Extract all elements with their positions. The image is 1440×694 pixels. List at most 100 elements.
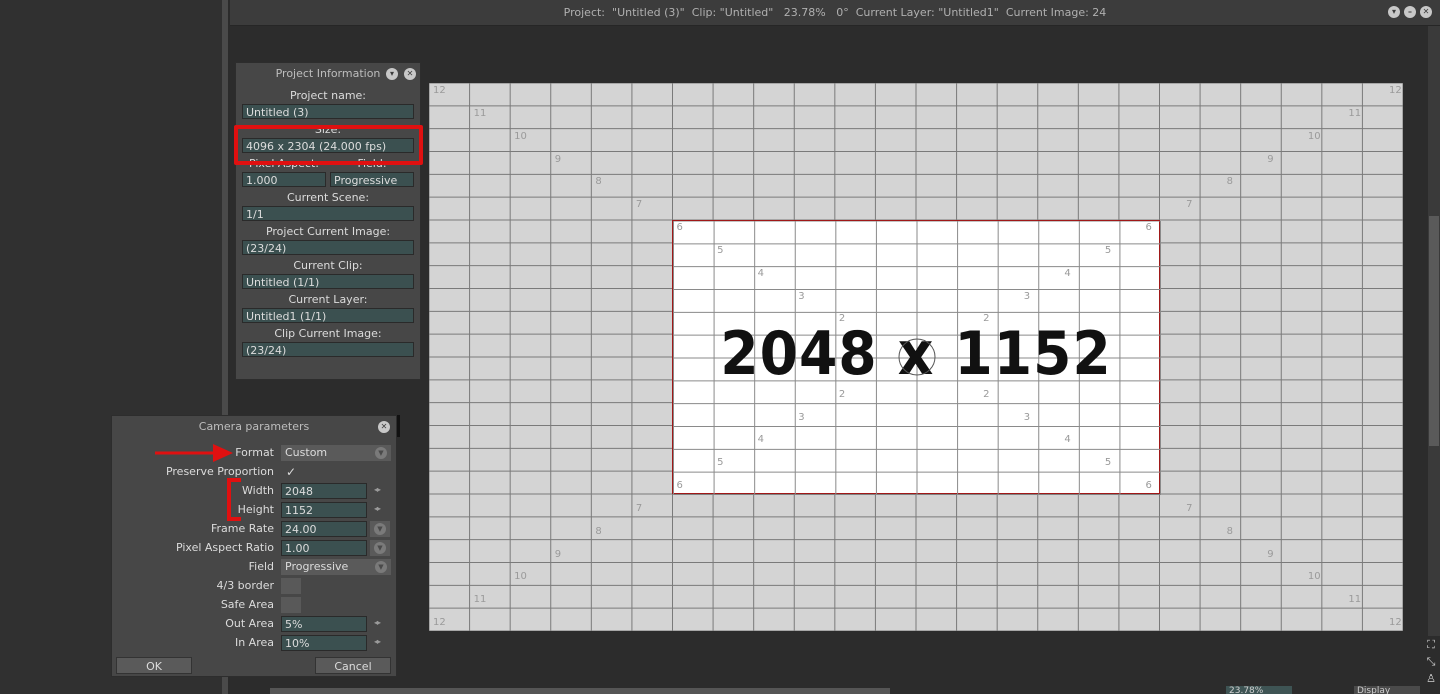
fit-icon[interactable]: ⛶ xyxy=(1422,636,1440,653)
tick-label: 3 xyxy=(798,411,805,423)
close-icon[interactable]: ✕ xyxy=(378,421,390,433)
viewer-titlebar: Project: "Untitled (3)" Clip: "Untitled"… xyxy=(230,0,1440,26)
tick-label: 2 xyxy=(838,388,846,400)
close-icon[interactable]: ✕ xyxy=(404,68,416,80)
display-dropdown[interactable]: Display xyxy=(1354,686,1420,694)
preserve-proportion-checkbox[interactable]: ✓ xyxy=(281,464,301,480)
tick-label: 4 xyxy=(757,267,765,279)
in-area-label: In Area xyxy=(234,636,274,649)
scrollbar-thumb[interactable] xyxy=(1429,216,1439,446)
camera-parameters-dialog: Camera parameters ✕ Format Custom ▼ Pres… xyxy=(111,415,397,677)
frame-rate-row: Frame Rate 24.00 ▼ xyxy=(112,520,398,538)
canvas-safe-grid[interactable]: 2048 x 1152 12 12 12 12 11 11 11 11 10 10 10 10 9 9 9 9… xyxy=(429,83,1403,631)
expand-icon[interactable]: ⤡ xyxy=(1422,653,1440,670)
cancel-button[interactable]: Cancel xyxy=(315,657,391,674)
chevron-down-icon[interactable]: ▾ xyxy=(386,68,398,80)
current-clip-field[interactable]: Untitled (1/1) xyxy=(242,274,414,289)
tick-label: 11 xyxy=(473,107,487,119)
frame-rate-dropdown[interactable]: ▼ xyxy=(370,521,390,537)
in-area-stepper-icon[interactable]: ◂▸ xyxy=(374,637,381,646)
pixel-aspect-dropdown[interactable]: ▼ xyxy=(370,540,390,556)
tick-label: 5 xyxy=(1104,244,1112,256)
safe-area-checkbox[interactable] xyxy=(281,597,301,613)
panel-title-text: Project Information xyxy=(275,67,381,80)
out-area-stepper-icon[interactable]: ◂▸ xyxy=(374,618,381,627)
current-scene-label: Current Scene: xyxy=(286,191,370,204)
annotation-size-highlight xyxy=(234,125,423,165)
tick-label: 9 xyxy=(1267,153,1274,165)
pixel-aspect-ratio-label: Pixel Aspect Ratio xyxy=(175,541,274,554)
tick-label: 12 xyxy=(1389,617,1402,628)
tick-label: 9 xyxy=(554,153,562,165)
pixel-aspect-ratio-input[interactable]: 1.00 xyxy=(281,540,367,556)
tick-label: 10 xyxy=(1307,571,1321,583)
height-stepper-icon[interactable]: ◂▸ xyxy=(374,504,381,513)
close-icon[interactable]: ✕ xyxy=(1420,6,1432,18)
height-row: Height 1152 ◂▸ xyxy=(112,501,398,519)
tick-label: 5 xyxy=(717,244,724,256)
tick-label: 10 xyxy=(1307,130,1321,142)
tick-label: 4 xyxy=(757,434,765,446)
chevron-down-icon: ▼ xyxy=(375,561,387,573)
border43-checkbox[interactable] xyxy=(281,578,301,594)
panel-title: Project Information ▾ ✕ xyxy=(236,63,420,85)
width-stepper-icon[interactable]: ◂▸ xyxy=(374,485,381,494)
current-clip-label: Current Clip: xyxy=(293,259,363,272)
current-scene-field[interactable]: 1/1 xyxy=(242,206,414,221)
tick-label: 7 xyxy=(1186,199,1193,211)
tick-label: 6 xyxy=(1145,480,1152,491)
viewer-vertical-scrollbar[interactable] xyxy=(1428,26,1440,636)
tick-label: 4 xyxy=(1064,267,1071,279)
clip-current-image-field[interactable]: (23/24) xyxy=(242,342,414,357)
border43-row: 4/3 border xyxy=(112,577,398,595)
tick-label: 8 xyxy=(595,176,602,188)
tick-label: 2 xyxy=(983,313,990,325)
chevron-down-icon: ▼ xyxy=(374,523,386,535)
chevron-down-icon: ▼ xyxy=(374,542,386,554)
tick-label: 10 xyxy=(514,130,527,142)
project-current-image-label: Project Current Image: xyxy=(265,225,391,238)
tick-label: 8 xyxy=(1226,525,1234,537)
tick-label: 5 xyxy=(1104,457,1112,469)
horizontal-scrollbar[interactable] xyxy=(270,688,890,694)
tick-label: 11 xyxy=(473,594,487,606)
chevron-down-icon: ▼ xyxy=(375,447,387,459)
format-value: Custom xyxy=(285,446,328,459)
width-input[interactable]: 2048 xyxy=(281,483,367,499)
project-name-label: Project name: xyxy=(289,89,367,102)
ok-button[interactable]: OK xyxy=(116,657,192,674)
tick-label: 8 xyxy=(595,525,602,537)
project-current-image-field[interactable]: (23/24) xyxy=(242,240,414,255)
preserve-row: Preserve Proportion ✓ xyxy=(112,463,398,481)
field-row: Field Progressive ▼ xyxy=(112,558,398,576)
field-field[interactable]: Progressive xyxy=(330,172,414,187)
dialog-title-text: Camera parameters xyxy=(198,420,310,433)
project-name-field[interactable]: Untitled (3) xyxy=(242,104,414,119)
annotation-arrow-icon xyxy=(155,444,233,462)
tick-label: 7 xyxy=(1186,502,1193,514)
minimize-icon[interactable]: – xyxy=(1404,6,1416,18)
field-value: Progressive xyxy=(285,560,349,573)
safe-area-row: Safe Area xyxy=(112,596,398,614)
format-dropdown[interactable]: Custom ▼ xyxy=(281,445,391,461)
dialog-title: Camera parameters ✕ xyxy=(112,416,396,438)
clip-current-image-label: Clip Current Image: xyxy=(274,327,382,340)
person-icon[interactable]: ♙ xyxy=(1422,670,1440,687)
tick-label: 9 xyxy=(1267,548,1274,560)
out-area-input[interactable]: 5% xyxy=(281,616,367,632)
current-layer-field[interactable]: Untitled1 (1/1) xyxy=(242,308,414,323)
tick-label: 9 xyxy=(554,548,562,560)
pixel-aspect-field[interactable]: 1.000 xyxy=(242,172,326,187)
safe-area-label: Safe Area xyxy=(220,598,274,611)
annotation-width-height-bracket xyxy=(227,478,241,521)
frame-rate-input[interactable]: 24.00 xyxy=(281,521,367,537)
out-area-row: Out Area 5% ◂▸ xyxy=(112,615,398,633)
field-dropdown[interactable]: Progressive ▼ xyxy=(281,559,391,575)
in-area-input[interactable]: 10% xyxy=(281,635,367,651)
crosshair-icon xyxy=(898,338,936,376)
zoom-field[interactable]: 23.78% xyxy=(1226,686,1292,694)
height-input[interactable]: 1152 xyxy=(281,502,367,518)
height-label: Height xyxy=(237,503,274,516)
tick-label: 11 xyxy=(1348,594,1362,606)
chevron-down-icon[interactable]: ▾ xyxy=(1388,6,1400,18)
